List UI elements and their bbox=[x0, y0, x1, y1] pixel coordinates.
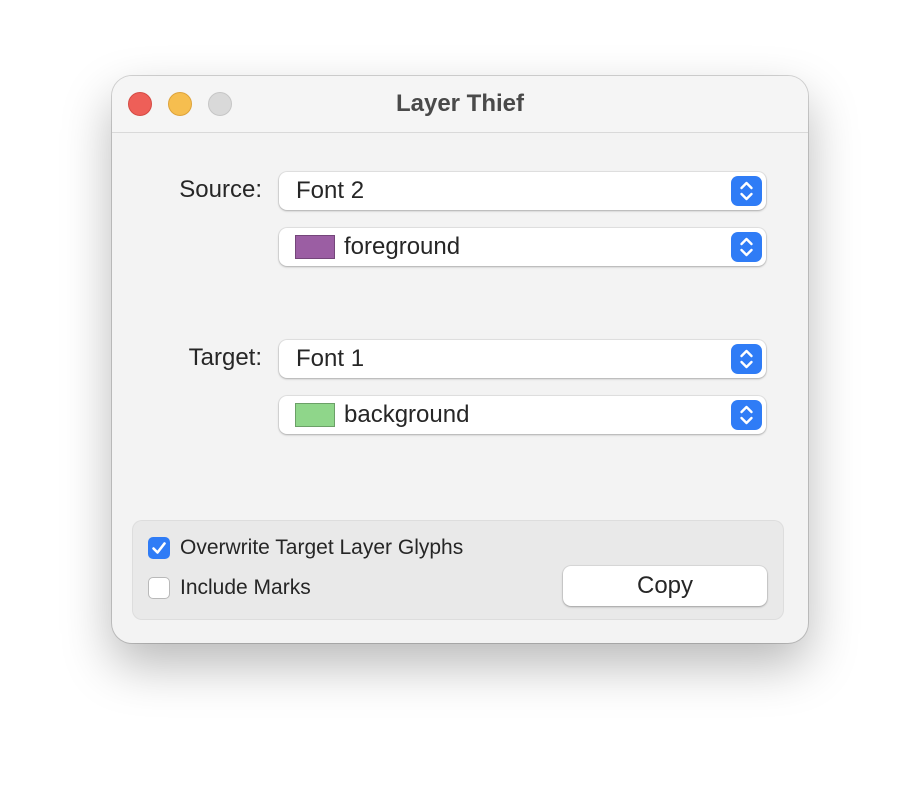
include-marks-checkbox[interactable] bbox=[148, 577, 170, 599]
zoom-button[interactable] bbox=[208, 92, 232, 116]
source-label: Source: bbox=[179, 176, 262, 203]
target-layer-color-swatch bbox=[295, 403, 335, 427]
include-marks-label[interactable]: Include Marks bbox=[180, 575, 311, 601]
layer-thief-window: Layer Thief Source: Font 2 foreground Ta… bbox=[112, 76, 808, 643]
chevron-up-down-icon bbox=[731, 400, 762, 430]
target-layer-popup[interactable]: background bbox=[279, 396, 766, 434]
options-group: Overwrite Target Layer Glyphs Include Ma… bbox=[132, 520, 784, 620]
minimize-button[interactable] bbox=[168, 92, 192, 116]
source-font-popup[interactable]: Font 2 bbox=[279, 172, 766, 210]
source-layer-color-swatch bbox=[295, 235, 335, 259]
target-font-popup[interactable]: Font 1 bbox=[279, 340, 766, 378]
overwrite-checkbox[interactable] bbox=[148, 537, 170, 559]
chevron-up-down-icon bbox=[731, 176, 762, 206]
target-layer-value: background bbox=[344, 401, 470, 428]
source-font-value: Font 2 bbox=[296, 177, 365, 204]
source-layer-popup[interactable]: foreground bbox=[279, 228, 766, 266]
chevron-up-down-icon bbox=[731, 344, 762, 374]
title-bar[interactable]: Layer Thief bbox=[112, 76, 808, 133]
chevron-up-down-icon bbox=[731, 232, 762, 262]
source-layer-value: foreground bbox=[344, 233, 461, 260]
target-font-value: Font 1 bbox=[296, 345, 365, 372]
close-button[interactable] bbox=[128, 92, 152, 116]
copy-button[interactable]: Copy bbox=[563, 566, 767, 606]
checkmark-icon bbox=[152, 542, 166, 554]
overwrite-label[interactable]: Overwrite Target Layer Glyphs bbox=[180, 535, 463, 561]
target-label: Target: bbox=[188, 344, 262, 371]
